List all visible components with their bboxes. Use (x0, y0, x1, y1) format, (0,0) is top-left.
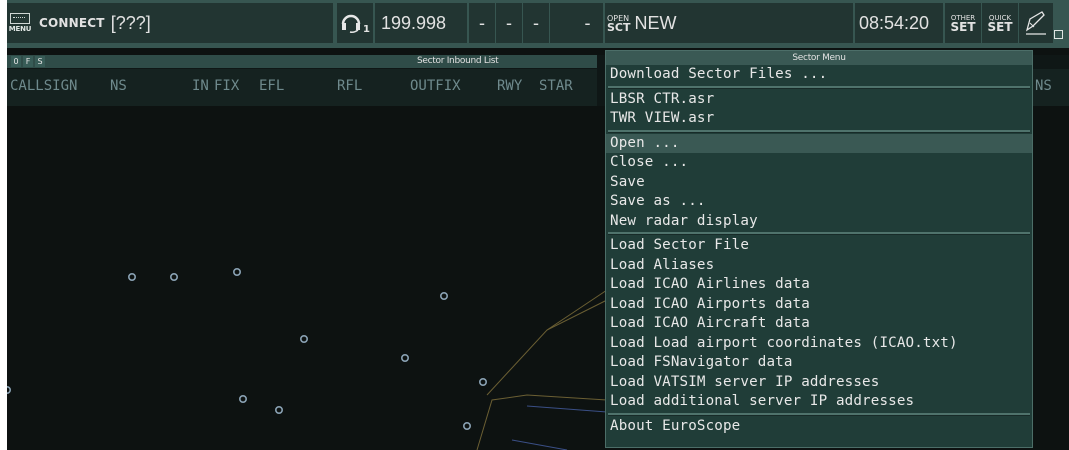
inbound-list-header: 0 F S Sector Inbound List (7, 55, 597, 68)
menu-label: MENU (8, 25, 32, 33)
utc-clock: 08:54:20 (855, 3, 943, 43)
other-set-bottom: SET (950, 20, 976, 34)
menu-separator (608, 412, 1030, 416)
inbound-list-flags: 0 F S (11, 55, 47, 68)
fix-icon (400, 353, 409, 362)
pen-icon (1025, 11, 1046, 35)
inbound-list-title: Sector Inbound List (417, 56, 499, 66)
menu-item-close[interactable]: Close ... (606, 153, 1032, 173)
menu-item-download-sector-files[interactable]: Download Sector Files ... (606, 65, 1032, 85)
connect-status: [???] (110, 12, 151, 33)
resize-corner-icon[interactable] (1054, 30, 1063, 39)
column-header[interactable]: RWY (497, 78, 522, 94)
sector-name: NEW (634, 12, 677, 33)
fix-icon (299, 334, 308, 343)
sector-menu-title: Sector Menu (606, 51, 1032, 65)
menu-item-load-sector-file[interactable]: Load Sector File (606, 236, 1032, 256)
menu-item-load-icao-aircraft[interactable]: Load ICAO Aircraft data (606, 314, 1032, 334)
column-header[interactable]: RFL (337, 78, 362, 94)
menu-item-load-aliases[interactable]: Load Aliases (606, 256, 1032, 276)
menu-item-load-icao-airlines[interactable]: Load ICAO Airlines data (606, 275, 1032, 295)
fix-icon (478, 377, 487, 386)
connect-label: CONNECT (39, 16, 105, 30)
airway-lines (511, 405, 608, 450)
fix-icon (439, 291, 448, 300)
menu-item-about[interactable]: About EuroScope (606, 417, 1032, 437)
menu-button[interactable]: MENU (7, 3, 33, 43)
flag-0-button[interactable]: 0 (11, 56, 21, 67)
open-sct-button[interactable]: OPEN SCT NEW (605, 3, 853, 43)
menu-item-load-icao-airports[interactable]: Load ICAO Airports data (606, 295, 1032, 315)
column-header[interactable]: OUTFIX (410, 78, 461, 94)
column-header[interactable]: NS (1035, 78, 1052, 94)
atis-slot-2[interactable]: - (496, 3, 522, 43)
fix-symbols (7, 267, 487, 430)
headset-index: 1 (363, 23, 370, 35)
voice-button[interactable]: 1 (337, 3, 373, 43)
euroscope-window: MENU CONNECT [???] 1 199.998 - - - - OPE… (7, 0, 1069, 450)
menu-item-save-as[interactable]: Save as ... (606, 192, 1032, 212)
fix-icon (239, 394, 248, 403)
inbound-list-right-columns: NS (1027, 69, 1069, 106)
column-header[interactable]: EFL (259, 78, 284, 94)
column-header[interactable]: NS (110, 78, 127, 94)
main-toolbar: MENU CONNECT [???] 1 199.998 - - - - OPE… (7, 0, 1069, 48)
frequency-display[interactable]: 199.998 (375, 3, 467, 43)
fix-icon (170, 272, 179, 281)
fix-icon (274, 405, 283, 414)
menu-item-load-additional-ips[interactable]: Load additional server IP addresses (606, 392, 1032, 412)
flag-f-button[interactable]: F (23, 56, 33, 67)
menu-item-load-fsnavigator[interactable]: Load FSNavigator data (606, 353, 1032, 373)
fix-icon (233, 267, 242, 276)
other-set-button[interactable]: OTHER SET (945, 3, 981, 43)
quick-set-button[interactable]: QUICK SET (982, 3, 1018, 43)
column-header[interactable]: CALLSIGN (10, 78, 77, 94)
fix-icon (462, 421, 471, 430)
menu-item-open[interactable]: Open ... (606, 133, 1032, 153)
column-header[interactable]: FIX (214, 78, 239, 94)
menu-item-load-airport-coordinates[interactable]: Load Load airport coordinates (ICAO.txt) (606, 334, 1032, 354)
menu-separator (608, 232, 1030, 235)
atis-slot-4-label: - (584, 12, 591, 33)
fix-icon (7, 386, 11, 394)
menu-separator (608, 129, 1030, 133)
menu-item-load-vatsim-ips[interactable]: Load VATSIM server IP addresses (606, 373, 1032, 393)
column-header[interactable]: STAR (539, 78, 573, 94)
column-header[interactable]: IN (192, 78, 209, 94)
menu-grid-icon (10, 13, 30, 24)
menu-item-twr-view[interactable]: TWR VIEW.asr (606, 109, 1032, 129)
menu-item-new-radar-display[interactable]: New radar display (606, 212, 1032, 232)
menu-item-lbsr-ctr[interactable]: LBSR CTR.asr (606, 90, 1032, 110)
menu-item-save[interactable]: Save (606, 173, 1032, 193)
atis-slot-1[interactable]: - (469, 3, 495, 43)
connect-button[interactable]: CONNECT [???] (33, 3, 333, 43)
open-sct-label: OPEN SCT (607, 14, 631, 34)
inbound-list-columns: CALLSIGN NS IN FIX EFL RFL OUTFIX RWY ST… (7, 69, 597, 106)
menu-separator (608, 85, 1030, 89)
quick-set-bottom: SET (987, 20, 1013, 34)
sector-menu: Sector Menu Download Sector Files ... LB… (605, 50, 1033, 448)
flag-s-button[interactable]: S (35, 56, 45, 67)
open-sct-bottom: SCT (607, 21, 631, 34)
atis-slot-4[interactable]: - (550, 3, 603, 43)
draw-button[interactable] (1019, 3, 1053, 43)
atis-slot-3[interactable]: - (523, 3, 549, 43)
fix-icon (128, 272, 137, 281)
